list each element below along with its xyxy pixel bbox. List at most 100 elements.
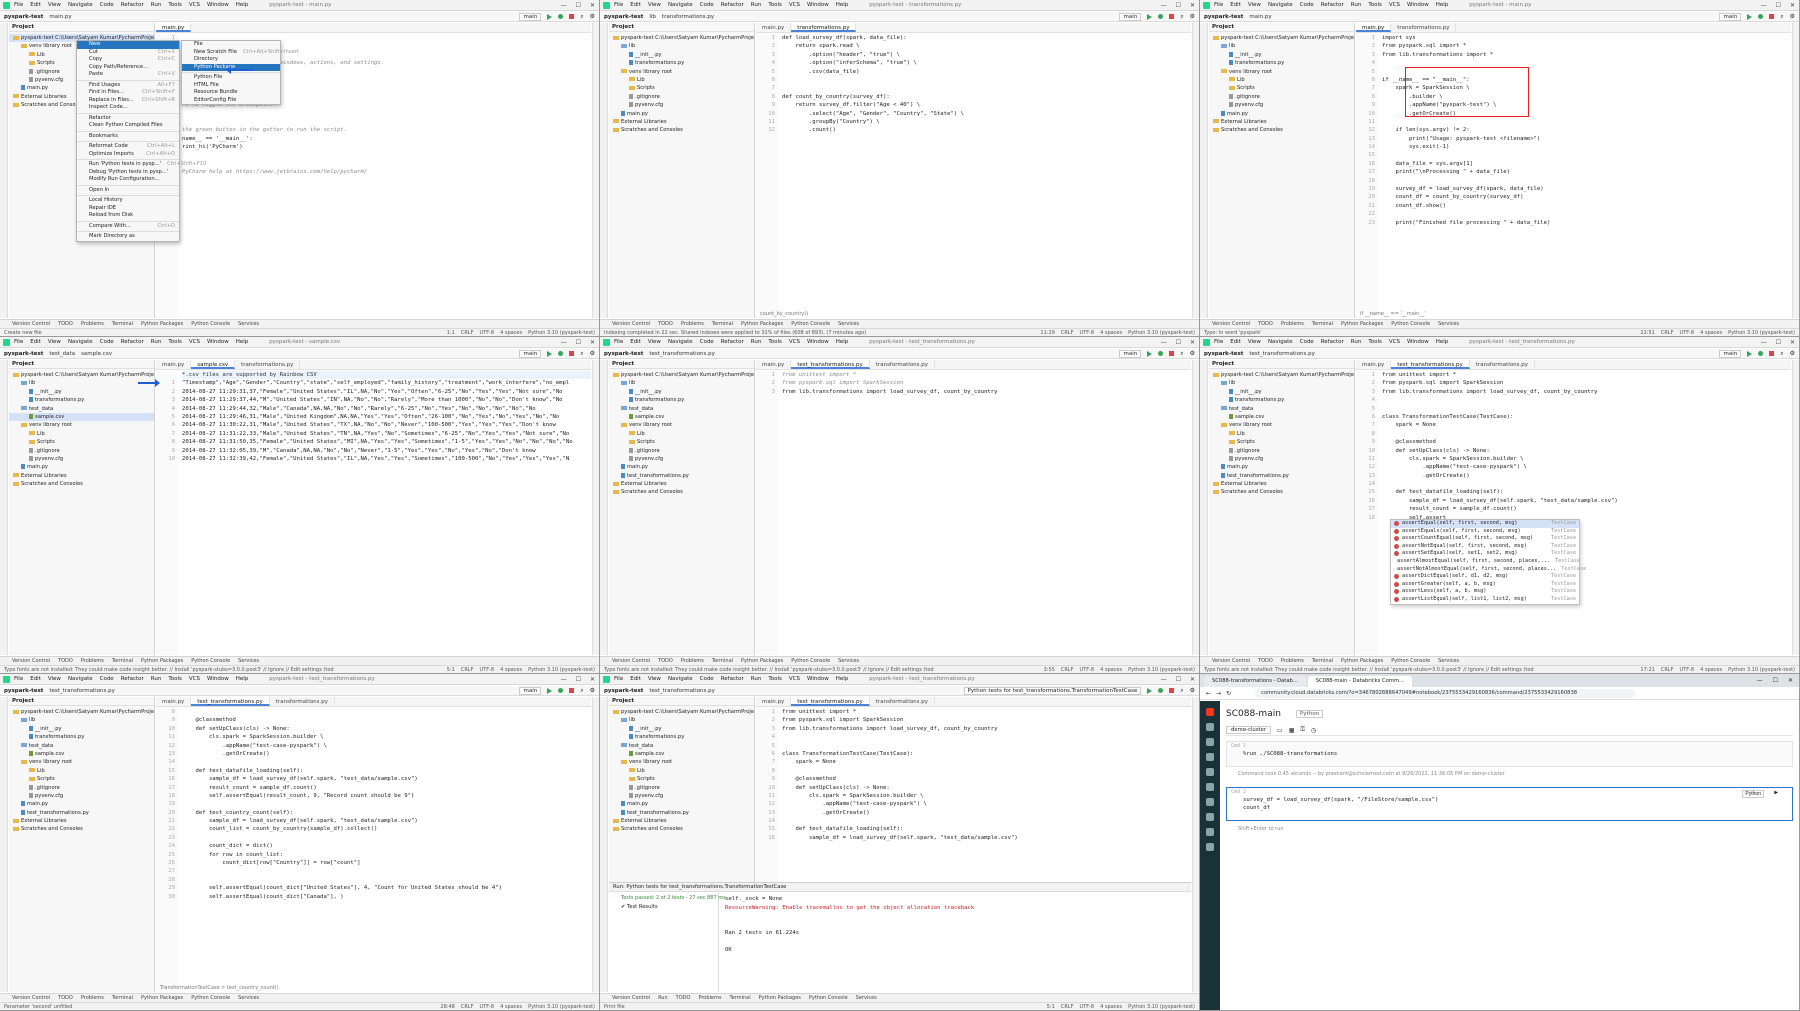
tree-item[interactable]: Scratches and Consoles (609, 126, 754, 134)
notebook-cell[interactable]: Cmd 1 %run ./SC088-transformations (1226, 741, 1793, 767)
menu-item[interactable]: Code (700, 676, 714, 682)
breadcrumb-item[interactable]: pyspark-test (1204, 351, 1243, 357)
tool-window-button[interactable]: TODO (1258, 658, 1273, 664)
menu-item[interactable]: Run (151, 339, 162, 345)
tree-item[interactable]: Scratches and Consoles (1209, 126, 1354, 134)
tree-item[interactable]: transformations.py (609, 733, 754, 741)
tree-item[interactable]: main.py (609, 110, 754, 118)
context-menu-item[interactable]: Mark Directory as (77, 233, 179, 241)
forward-icon[interactable]: → (1216, 690, 1221, 697)
tree-item[interactable]: Scratches and Consoles (609, 488, 754, 496)
left-tool-strip[interactable] (0, 23, 8, 318)
menu-item[interactable]: Tools (1368, 2, 1382, 8)
status-item[interactable]: UTF-8 (479, 330, 494, 336)
status-item[interactable]: CRLF (1061, 330, 1074, 336)
menu-item[interactable]: Help (1436, 339, 1449, 345)
menu-item[interactable]: Window (1407, 339, 1429, 345)
tool-window-button[interactable]: Terminal (112, 321, 133, 327)
submenu-item[interactable]: New Scratch File Ctrl+Alt+Shift+Insert (182, 49, 299, 57)
debug-icon[interactable] (1158, 351, 1164, 356)
tree-item[interactable]: Lib (1209, 430, 1354, 438)
menu-item[interactable]: Window (1407, 2, 1429, 8)
menu-item[interactable]: Tools (168, 676, 182, 682)
right-tool-strip[interactable] (592, 23, 599, 318)
tree-item[interactable]: Lib (609, 430, 754, 438)
close-icon[interactable]: ✕ (1190, 2, 1195, 9)
stop-icon[interactable] (569, 351, 575, 356)
tree-item[interactable]: .gitignore (609, 447, 754, 455)
menu-item[interactable]: VCS (789, 676, 800, 682)
run-icon[interactable] (1747, 350, 1753, 357)
status-item[interactable]: CRLF (1661, 330, 1674, 336)
maximize-icon[interactable]: ☐ (1773, 677, 1778, 684)
code-lines[interactable]: from unittest import * from pyspark.sql i… (1382, 371, 1791, 655)
home-icon[interactable] (1206, 723, 1214, 731)
menu-item[interactable]: Run (751, 2, 762, 8)
tree-item[interactable]: External Libraries (9, 472, 154, 480)
context-menu-item[interactable]: Reformat Code Ctrl+Alt+L (77, 143, 179, 151)
context-menu-item[interactable]: Open In (77, 187, 179, 195)
tree-item[interactable]: __init__.py (609, 51, 754, 59)
tree-item[interactable]: .gitignore (609, 93, 754, 101)
editor-tab[interactable]: main.py (156, 23, 192, 32)
context-menu-item[interactable]: Copy Path/Reference... (77, 64, 179, 72)
status-item[interactable]: 4 spaces (1700, 667, 1722, 673)
caret-position[interactable]: 17:21 (1640, 667, 1654, 673)
editor-tab[interactable]: transformations.py (870, 360, 936, 369)
context-menu-item[interactable]: Paste Ctrl+V (77, 71, 179, 79)
debug-icon[interactable] (1758, 351, 1764, 356)
settings-icon[interactable]: ⚙ (590, 687, 595, 694)
left-tool-strip[interactable] (600, 360, 608, 655)
run-config-selector[interactable]: main (519, 349, 542, 358)
url-field[interactable]: community.cloud.databricks.com/?o=346780… (1255, 688, 1636, 698)
code-area[interactable]: 1 2 3 4 5 6 7 8 9 10 *.csv files are supported by … (156, 371, 591, 655)
tree-item[interactable]: Scratches and Consoles (9, 480, 154, 488)
tool-window-button[interactable]: Version Control (12, 658, 50, 664)
menu-item[interactable]: Help (236, 2, 249, 8)
stop-icon[interactable] (569, 688, 575, 693)
status-item[interactable]: 4 spaces (1100, 667, 1122, 673)
tree-item[interactable]: .gitignore (609, 784, 754, 792)
minimize-icon[interactable]: — (561, 676, 567, 683)
tree-item[interactable]: Lib (609, 76, 754, 84)
maximize-icon[interactable]: ☐ (1776, 339, 1781, 346)
menu-item[interactable]: Code (100, 339, 114, 345)
tree-item[interactable]: test_data (1209, 405, 1354, 413)
status-item[interactable]: Python 3.10 (pyspark-test) (528, 1004, 595, 1010)
tool-window-button[interactable]: Problems (1281, 658, 1304, 664)
tree-item[interactable]: Scripts (9, 775, 154, 783)
menu-item[interactable]: Code (700, 339, 714, 345)
project-panel-header[interactable]: Project (609, 360, 754, 369)
menu-item[interactable]: Tools (768, 676, 782, 682)
breadcrumb-item[interactable]: main.py (49, 14, 71, 20)
menu-item[interactable]: Refactor (121, 2, 144, 8)
close-icon[interactable]: ✕ (1788, 677, 1793, 684)
submenu-item[interactable]: Python File (182, 74, 280, 82)
data-icon[interactable] (1206, 753, 1214, 761)
search-icon[interactable]: ⌕ (1180, 687, 1183, 695)
menu-item[interactable]: Tools (768, 2, 782, 8)
code-area[interactable]: 1 2 3 4 5 6 7 8 9 10 11 12 13 14 15 16 17 18 from unittest… (1356, 371, 1791, 655)
tree-item[interactable]: pyspark-test C:\Users\Satyam Kumar\Pycha… (609, 34, 754, 42)
tree-item[interactable]: Lib (9, 430, 154, 438)
tool-window-button[interactable]: TODO (58, 658, 73, 664)
menu-item[interactable]: Code (1300, 2, 1314, 8)
status-item[interactable]: 4 spaces (1100, 1004, 1122, 1010)
debug-icon[interactable] (1758, 14, 1764, 19)
project-panel-header[interactable]: Project (9, 23, 154, 32)
menu-item[interactable]: Help (1436, 2, 1449, 8)
breadcrumb-item[interactable]: pyspark-test (4, 688, 43, 694)
menu-item[interactable]: Tools (168, 339, 182, 345)
tool-window-button[interactable]: Version Control (612, 321, 650, 327)
menu-item[interactable]: View (648, 339, 661, 345)
settings-icon[interactable]: ⚙ (1790, 13, 1795, 20)
run-config-selector[interactable]: main (519, 686, 542, 695)
right-tool-strip[interactable] (1792, 360, 1799, 655)
menu-item[interactable]: Refactor (721, 339, 744, 345)
tool-window-button[interactable]: Problems (81, 658, 104, 664)
tree-item[interactable]: test_transformations.py (609, 809, 754, 817)
maximize-icon[interactable]: ☐ (1176, 339, 1181, 346)
editor-tab[interactable]: main.py (756, 360, 792, 369)
menu-item[interactable]: File (1214, 339, 1223, 345)
tool-window-button[interactable]: Problems (698, 995, 721, 1001)
